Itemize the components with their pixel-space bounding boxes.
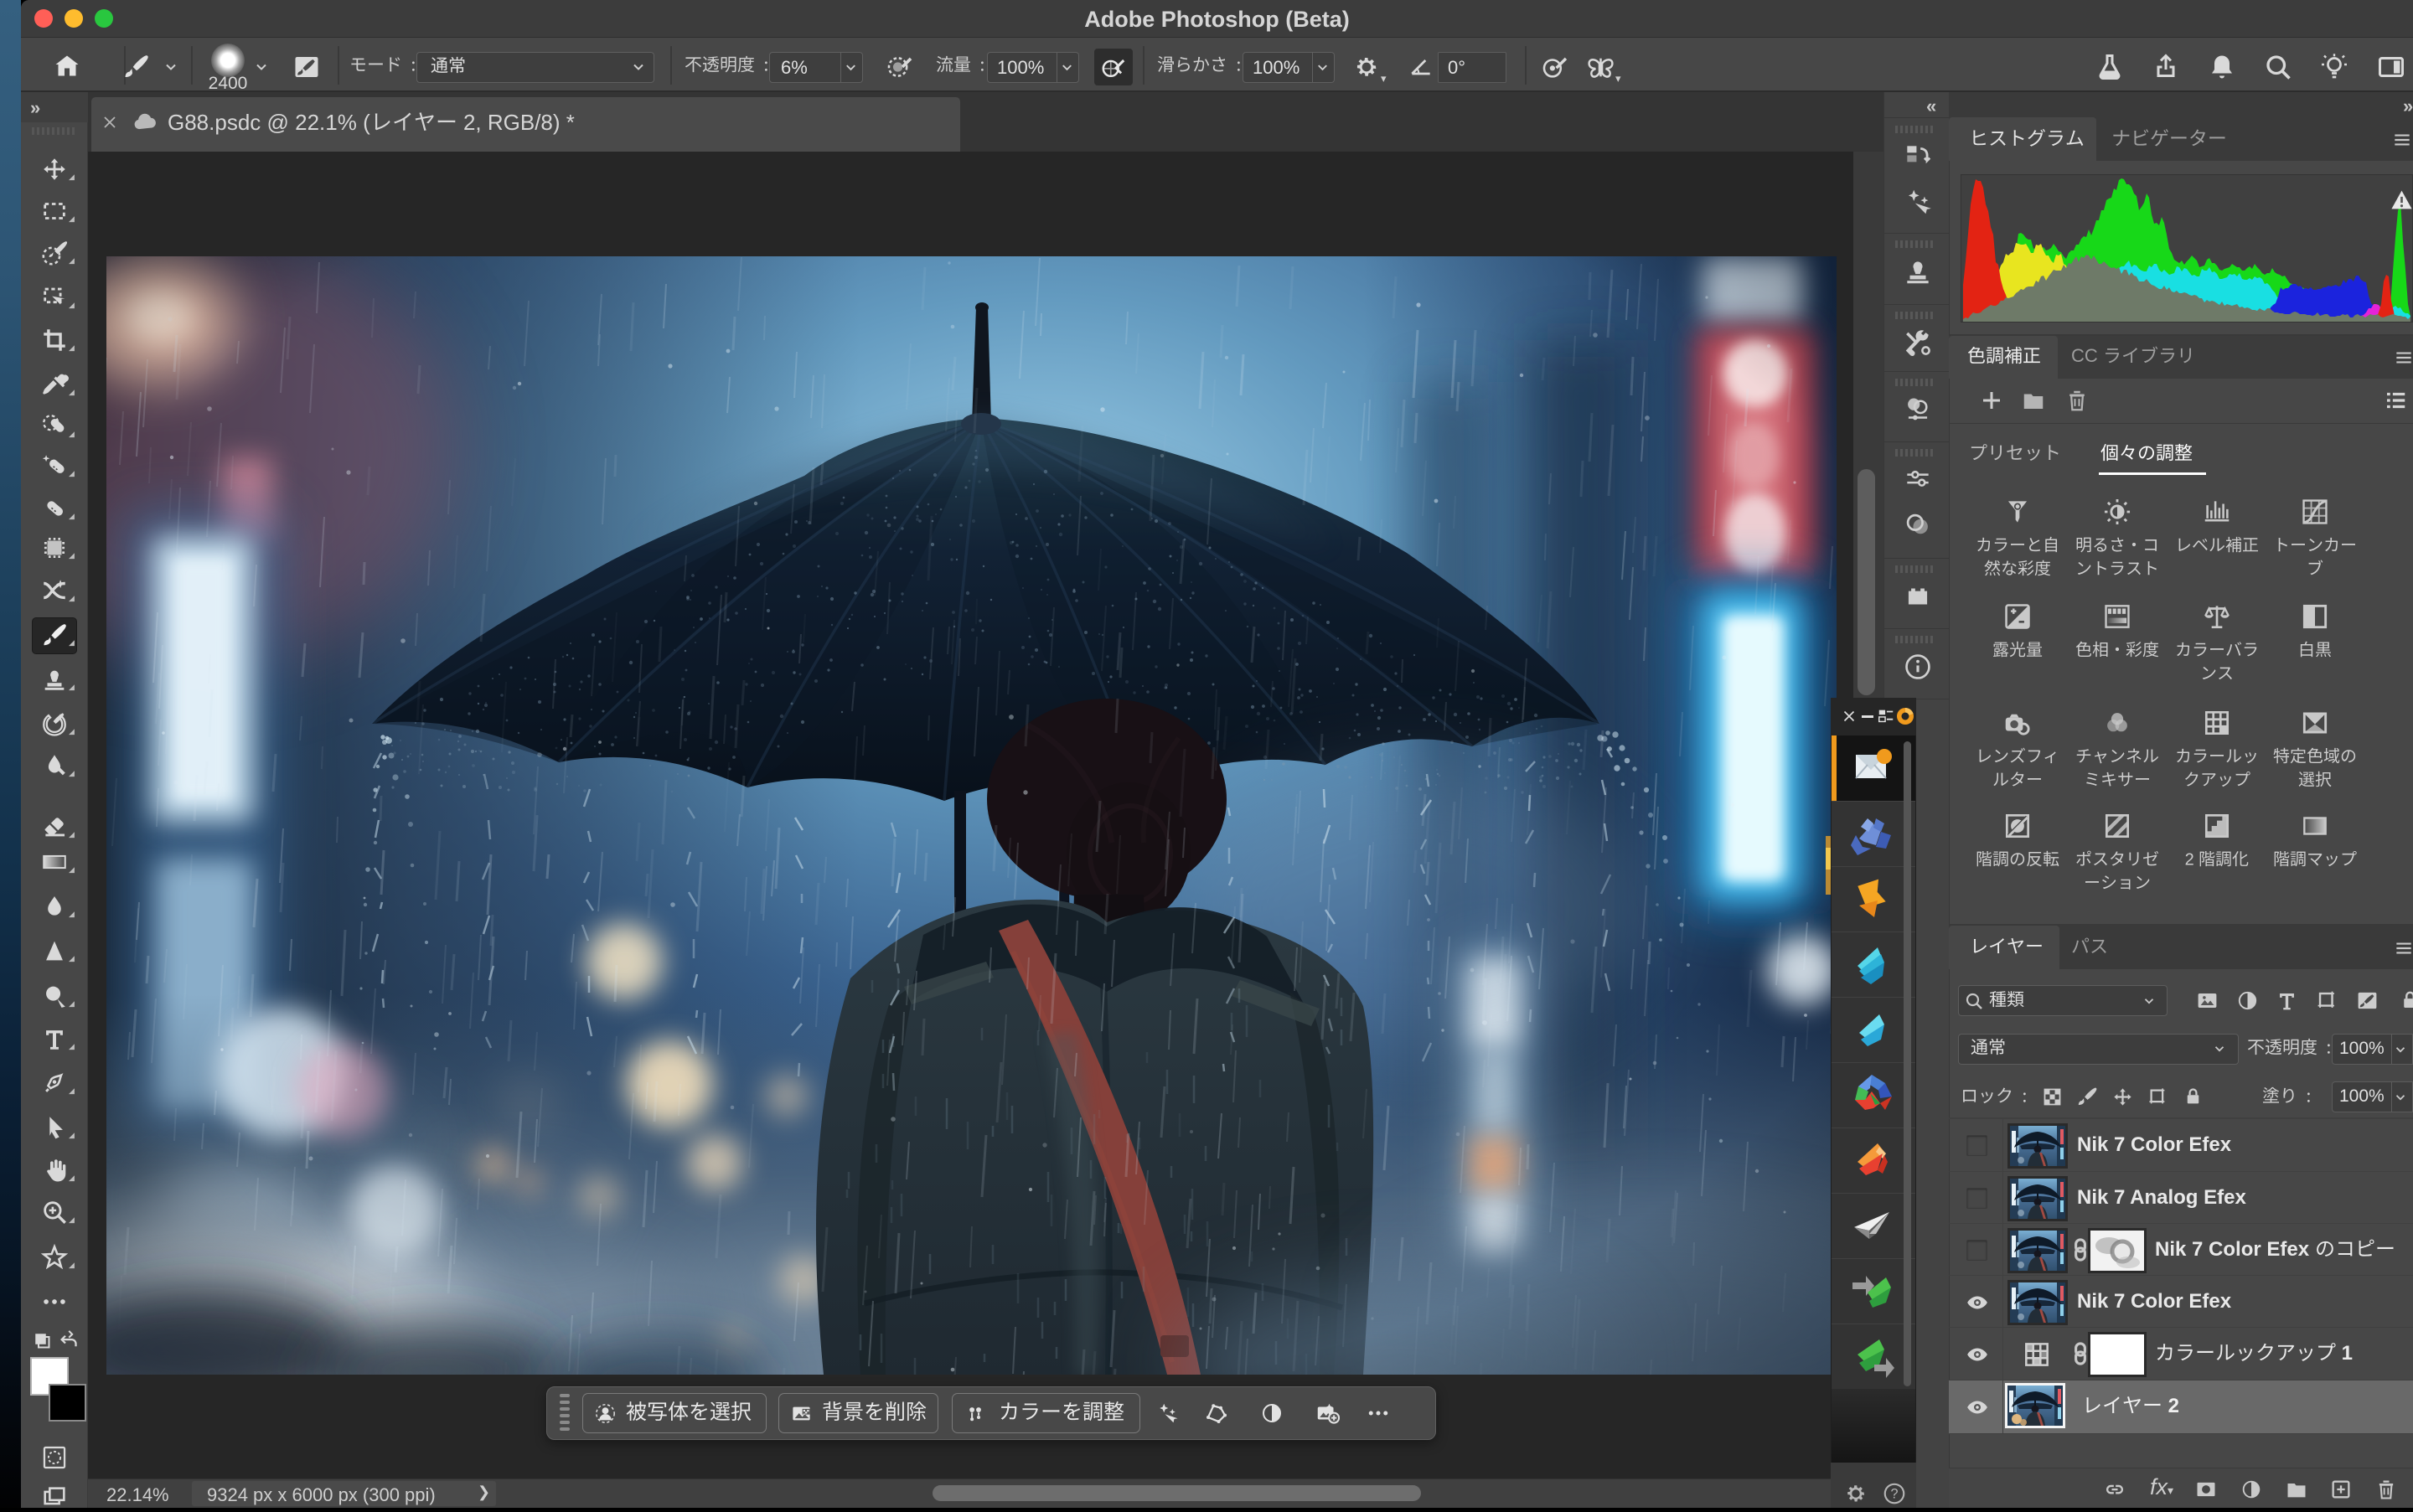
svg-text:?: ? [1890,1487,1898,1502]
